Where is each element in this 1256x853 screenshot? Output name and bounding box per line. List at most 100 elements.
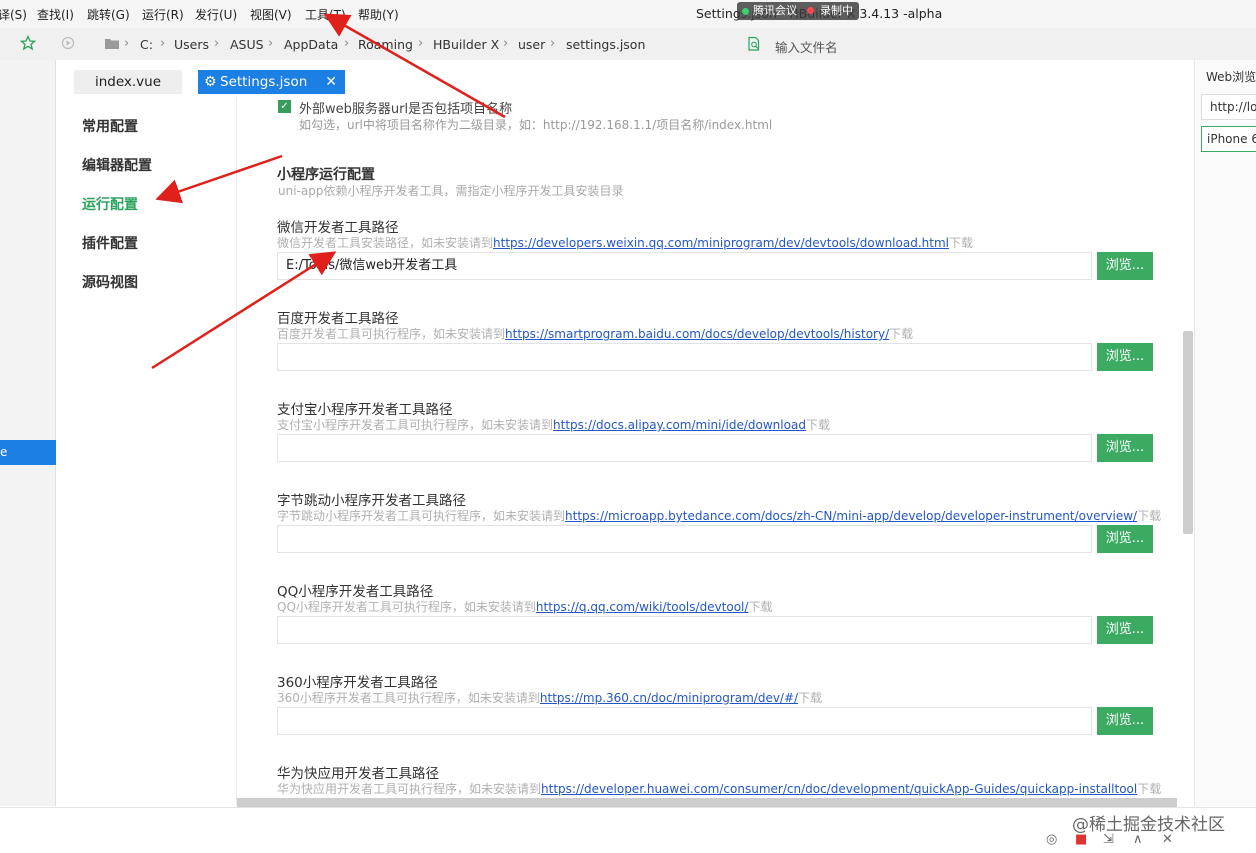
download-suffix: 下载: [798, 691, 823, 705]
run-icon[interactable]: ◎: [1046, 832, 1057, 847]
file-search-input[interactable]: 输入文件名: [775, 37, 838, 56]
field-hint: 360小程序开发者工具可执行程序，如未安装请到https://mp.360.cn…: [277, 689, 822, 706]
field-label: 字节跳动小程序开发者工具路径: [277, 493, 466, 509]
nav-item-plugins[interactable]: 插件配置: [82, 233, 138, 253]
recording-icon: [806, 7, 814, 14]
chevron-right-icon: ›: [418, 36, 424, 51]
breadcrumb-item[interactable]: HBuilder X: [433, 37, 499, 52]
browse-button[interactable]: 浏览...: [1097, 434, 1153, 462]
chevron-right-icon: ›: [550, 36, 556, 51]
breadcrumb-item[interactable]: Roaming: [358, 37, 413, 52]
field-label: 支付宝小程序开发者工具路径: [277, 402, 453, 418]
download-link[interactable]: https://developers.weixin.qq.com/minipro…: [493, 236, 949, 250]
devtool-path-field: 百度开发者工具路径 百度开发者工具可执行程序，如未安装请到https://smar…: [277, 307, 1157, 397]
nav-item-source-view[interactable]: 源码视图: [82, 272, 138, 292]
menu-item-run[interactable]: 运行(R): [142, 6, 184, 23]
browse-button[interactable]: 浏览...: [1097, 616, 1153, 644]
field-label: 360小程序开发者工具路径: [277, 675, 438, 691]
path-input[interactable]: [277, 434, 1092, 462]
web-browser-title: Web浏览器: [1206, 70, 1256, 84]
include-project-name-checkbox[interactable]: ✓: [278, 100, 291, 113]
breadcrumb-item[interactable]: AppData: [284, 37, 338, 52]
field-hint: 支付宝小程序开发者工具可执行程序，如未安装请到https://docs.alip…: [277, 416, 830, 433]
status-bar: @稀土掘金技术社区 ◎ ■ ⇲ ∧ ✕: [0, 807, 1256, 853]
download-link[interactable]: https://smartprogram.baidu.com/docs/deve…: [505, 327, 889, 341]
vertical-scrollbar[interactable]: [1183, 331, 1193, 534]
browse-button[interactable]: 浏览...: [1097, 525, 1153, 553]
menu-item-goto[interactable]: 跳转(G): [87, 6, 130, 23]
menu-item-find[interactable]: 查找(I): [37, 6, 74, 23]
section-title: 小程序运行配置: [277, 167, 375, 183]
breadcrumb-item[interactable]: Users: [174, 37, 209, 52]
address-bar: › C: › Users › ASUS › AppData › Roaming …: [0, 28, 1256, 60]
path-input[interactable]: E:/Tools/微信web开发者工具: [277, 252, 1092, 280]
tab-settings-json[interactable]: ⚙ Settings.json ✕: [198, 70, 345, 94]
path-input[interactable]: [277, 616, 1092, 644]
tab-index-vue[interactable]: index.vue: [74, 70, 182, 94]
stop-icon[interactable]: ■: [1075, 832, 1087, 847]
devtool-path-field: QQ小程序开发者工具路径 QQ小程序开发者工具可执行程序，如未安装请到https:…: [277, 580, 1157, 670]
device-select[interactable]: iPhone 6: [1201, 126, 1256, 152]
browse-button[interactable]: 浏览...: [1097, 343, 1153, 371]
horizontal-scrollbar[interactable]: [237, 798, 1177, 807]
breadcrumb-item[interactable]: settings.json: [566, 37, 645, 52]
nav-item-editor[interactable]: 编辑器配置: [82, 155, 152, 175]
settings-nav: 常用配置 编辑器配置 运行配置 插件配置 源码视图: [57, 98, 237, 806]
browse-button[interactable]: 浏览...: [1097, 252, 1153, 280]
chevron-up-icon[interactable]: ∧: [1133, 832, 1143, 847]
download-suffix: 下载: [1137, 509, 1162, 523]
browser-url-input[interactable]: http://lo: [1201, 94, 1256, 120]
settings-content: ✓ 外部web服务器url是否包括项目名称 如勾选，url中将项目名称作为二级目…: [237, 98, 1182, 798]
star-icon[interactable]: [20, 35, 36, 51]
devtool-path-field: 华为快应用开发者工具路径 华为快应用开发者工具可执行程序，如未安装请到https:…: [277, 762, 1161, 798]
breadcrumb-item[interactable]: ASUS: [230, 37, 264, 52]
editor-tabs: index.vue ⚙ Settings.json ✕: [57, 60, 1194, 98]
close-icon[interactable]: ✕: [325, 70, 337, 94]
field-hint-text: 华为快应用开发者工具可执行程序，如未安装请到: [277, 782, 542, 796]
export-icon[interactable]: ⇲: [1103, 832, 1114, 847]
checkbox-hint: 如勾选，url中将项目名称作为二级目录，如：http://192.168.1.1…: [299, 118, 773, 132]
menu-item-tools[interactable]: 工具(T): [305, 6, 346, 23]
menu-bar: 译(S) 查找(I) 跳转(G) 运行(R) 发行(U) 视图(V) 工具(T)…: [0, 0, 1256, 28]
nav-item-run[interactable]: 运行配置: [82, 194, 138, 214]
field-hint-text: 360小程序开发者工具可执行程序，如未安装请到: [277, 691, 540, 705]
chevron-right-icon: ›: [268, 36, 274, 51]
gear-icon: ⚙: [204, 74, 217, 90]
recording-label: 录制中: [820, 4, 853, 17]
field-hint-text: 百度开发者工具可执行程序，如未安装请到: [277, 327, 506, 341]
download-link[interactable]: https://q.qq.com/wiki/tools/devtool/: [536, 600, 749, 614]
download-suffix: 下载: [889, 327, 914, 341]
watermark: @稀土掘金技术社区: [1072, 815, 1225, 835]
download-link[interactable]: https://developer.huawei.com/consumer/cn…: [541, 782, 1137, 796]
field-hint: QQ小程序开发者工具可执行程序，如未安装请到https://q.qq.com/w…: [277, 598, 772, 615]
project-tree-item-selected[interactable]: e: [0, 440, 56, 465]
download-suffix: 下载: [948, 236, 973, 250]
browse-button[interactable]: 浏览...: [1097, 707, 1153, 735]
download-link[interactable]: https://mp.360.cn/doc/miniprogram/dev/#/: [540, 691, 798, 705]
meeting-badge-label: 腾讯会议: [753, 4, 797, 17]
checkbox-label: 外部web服务器url是否包括项目名称: [299, 102, 513, 117]
path-input[interactable]: [277, 525, 1092, 553]
chevron-right-icon: ›: [214, 36, 220, 51]
download-suffix: 下载: [1137, 782, 1162, 796]
tab-label: Settings.json: [220, 74, 308, 90]
menu-item-help[interactable]: 帮助(Y): [358, 6, 399, 23]
path-input[interactable]: [277, 707, 1092, 735]
menu-item-publish[interactable]: 发行(U): [195, 6, 237, 23]
path-input[interactable]: [277, 343, 1092, 371]
field-hint: 字节跳动小程序开发者工具可执行程序，如未安装请到https://microapp…: [277, 507, 1161, 524]
devtool-path-field: 微信开发者工具路径 微信开发者工具安装路径，如未安装请到https://devel…: [277, 216, 1157, 306]
preview-icon[interactable]: [61, 36, 75, 50]
download-suffix: 下载: [748, 600, 773, 614]
breadcrumb-item[interactable]: C:: [140, 37, 153, 52]
clear-icon[interactable]: ✕: [1162, 832, 1173, 847]
file-search-icon: [748, 36, 760, 51]
breadcrumb-item[interactable]: user: [518, 37, 545, 52]
menu-item-view[interactable]: 视图(V): [250, 6, 292, 23]
download-link[interactable]: https://microapp.bytedance.com/docs/zh-C…: [565, 509, 1137, 523]
section-hint: uni-app依赖小程序开发者工具，需指定小程序开发工具安装目录: [278, 184, 624, 198]
download-link[interactable]: https://docs.alipay.com/mini/ide/downloa…: [553, 418, 806, 432]
menu-item-select[interactable]: 译(S): [0, 6, 27, 23]
field-hint: 百度开发者工具可执行程序，如未安装请到https://smartprogram.…: [277, 325, 913, 342]
nav-item-general[interactable]: 常用配置: [82, 116, 138, 136]
